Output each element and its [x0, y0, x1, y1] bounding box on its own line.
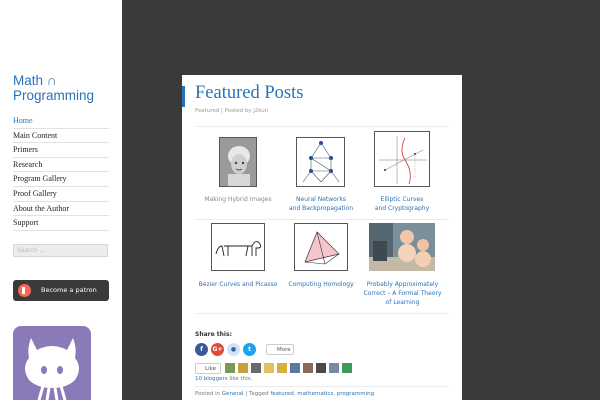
share-reddit-button[interactable]: ● [227, 343, 240, 356]
like-button[interactable]: Like [195, 363, 221, 374]
sidebar: Math ∩ Programming Home Main Content Pri… [0, 0, 122, 400]
post-author[interactable]: j2kun [253, 108, 268, 114]
liker-avatar[interactable] [329, 363, 339, 373]
nav-item-main-content[interactable]: Main Content [13, 129, 109, 144]
google-plus-icon: G+ [212, 346, 223, 353]
liker-avatar[interactable] [251, 363, 261, 373]
featured-caption-elliptic[interactable]: Elliptic Curves and Cryptography [362, 195, 442, 213]
posted-in-label: Posted in [195, 391, 221, 397]
caption-line: and Backpropagation [288, 205, 354, 212]
share-twitter-button[interactable]: t [243, 343, 256, 356]
patreon-icon [18, 284, 31, 297]
simplicial-complex-image [304, 231, 340, 265]
share-more-button[interactable]: More [266, 344, 294, 355]
divider [195, 386, 449, 387]
post-meta-prefix: Featured | Posted by [195, 108, 252, 114]
divider [195, 126, 449, 127]
featured-caption-hybrid[interactable]: Making Hybrid Images [202, 195, 274, 204]
picasso-dog-line-image [215, 241, 262, 257]
featured-caption-pac-learning[interactable]: Probably Approximately Correct – A Forma… [360, 280, 445, 307]
nav-item-proof-gallery[interactable]: Proof Gallery [13, 187, 109, 202]
caption-line: Neural Networks [296, 196, 346, 203]
github-octocat-icon [25, 338, 79, 400]
like-label: Like [205, 366, 216, 372]
featured-thumb-homology[interactable] [294, 223, 348, 271]
likes-suffix: like this. [229, 376, 253, 382]
featured-caption-neural[interactable]: Neural Networks and Backpropagation [280, 195, 362, 213]
liker-avatar[interactable] [225, 363, 235, 373]
github-octocat-badge[interactable] [13, 326, 91, 400]
elliptic-curve-plot-image [379, 136, 427, 185]
nav-item-home[interactable]: Home [13, 114, 109, 129]
share-heading: Share this: [195, 331, 232, 338]
portrait-image [220, 138, 256, 186]
become-patron-label: Become a patron [41, 286, 97, 294]
liker-avatar[interactable] [342, 363, 352, 373]
nav-item-research[interactable]: Research [13, 158, 109, 173]
caption-line: and Cryptography [374, 205, 430, 212]
share-facebook-button[interactable]: f [195, 343, 208, 356]
post-title[interactable]: Featured Posts [195, 83, 303, 104]
baby-with-robot-photo [369, 223, 435, 271]
featured-caption-bezier[interactable]: Bezier Curves and Picasso [196, 280, 280, 289]
neural-network-graph-image [302, 141, 340, 183]
facebook-icon: f [200, 346, 203, 353]
nav-item-program-gallery[interactable]: Program Gallery [13, 172, 109, 187]
tag-link[interactable]: programming [337, 391, 374, 397]
more-label: More [277, 347, 291, 353]
category-link[interactable]: General [222, 391, 244, 397]
twitter-icon: t [248, 346, 251, 353]
caption-line: of Learning [385, 299, 420, 306]
nav-item-support[interactable]: Support [13, 216, 109, 231]
featured-thumb-pac-learning[interactable] [369, 223, 435, 271]
liker-avatar[interactable] [290, 363, 300, 373]
liker-avatar[interactable] [303, 363, 313, 373]
featured-thumb-hybrid[interactable] [219, 137, 257, 187]
caption-line: Elliptic Curves [380, 196, 424, 203]
post-meta: Featured | Posted by j2kun [195, 108, 268, 114]
title-accent-bar [182, 86, 185, 107]
featured-thumb-bezier[interactable] [211, 223, 265, 271]
likes-count: 10 bloggers like this. [195, 376, 252, 382]
featured-thumb-neural[interactable] [296, 137, 345, 187]
liker-avatar[interactable] [238, 363, 248, 373]
liker-avatar[interactable] [316, 363, 326, 373]
liker-avatar[interactable] [264, 363, 274, 373]
featured-thumb-elliptic[interactable] [374, 131, 430, 187]
reddit-icon: ● [230, 346, 237, 353]
tag-link[interactable]: featured [270, 391, 293, 397]
main-nav: Home Main Content Primers Research Progr… [13, 114, 109, 231]
featured-posts-article: Featured Posts Featured | Posted by j2ku… [182, 75, 462, 400]
likes-count-link[interactable]: 10 bloggers [195, 376, 228, 382]
become-patron-button[interactable]: Become a patron [13, 280, 109, 301]
nav-item-primers[interactable]: Primers [13, 143, 109, 158]
tagged-label: | Tagged [245, 391, 269, 397]
nav-item-about-the-author[interactable]: About the Author [13, 202, 109, 217]
caption-line: Correct – A Formal Theory [363, 290, 442, 297]
share-google-plus-button[interactable]: G+ [211, 343, 224, 356]
liker-avatar[interactable] [277, 363, 287, 373]
site-title[interactable]: Math ∩ Programming [13, 73, 118, 103]
post-footer: Posted in General | Tagged featured, mat… [195, 391, 375, 397]
divider [195, 313, 449, 314]
caption-line: Probably Approximately [366, 281, 439, 288]
search-input[interactable]: Search ... [13, 244, 108, 257]
tag-link[interactable]: mathematics [297, 391, 333, 397]
featured-caption-homology[interactable]: Computing Homology [280, 280, 362, 289]
divider [195, 219, 449, 220]
